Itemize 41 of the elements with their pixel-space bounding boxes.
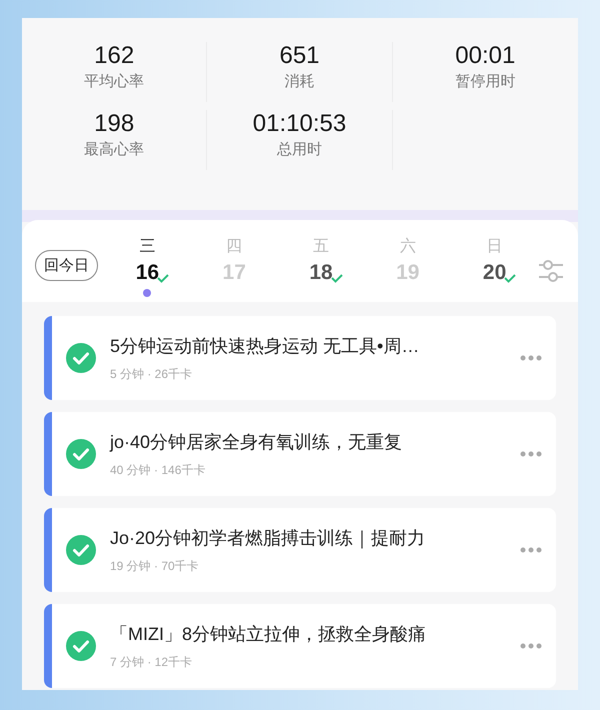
date-tab[interactable]: 18 [309,261,333,284]
stat-value: 01:10:53 [252,110,346,138]
workout-card[interactable]: 5分钟运动前快速热身运动 无工具•周… 5 分钟 · 26千卡 [44,316,556,400]
check-circle-icon [66,535,96,565]
weekday-label: 五 [312,237,329,257]
stat-label: 最高心率 [84,140,144,159]
date-tab[interactable]: 20 [482,261,506,284]
selected-dot [143,289,152,297]
more-icon[interactable] [520,451,542,457]
check-circle-icon [66,631,96,661]
workout-card[interactable]: Jo·20分钟初学者燃脂搏击训练｜提耐力 19 分钟 · 70千卡 [44,508,556,592]
check-circle-icon [66,343,96,373]
stat-value: 651 [279,42,320,70]
workout-meta: 7 分钟 · 12千卡 [110,654,194,670]
workout-meta: 40 分钟 · 146千卡 [110,462,206,478]
workout-card[interactable]: 「MIZI」8分钟站立拉伸，拯救全身酸痛 7 分钟 · 12千卡 [44,604,556,688]
stat-value: 162 [94,42,134,70]
workout-title: 5分钟运动前快速热身运动 无工具•周… [110,334,420,358]
workout-title: Jo·20分钟初学者燃脂搏击训练｜提耐力 [110,526,426,550]
today-button[interactable]: 回今日 [35,250,98,281]
weekday-label: 三 [139,237,156,257]
stat-label: 平均心率 [84,72,144,91]
stat-label: 总用时 [276,140,322,159]
workout-title: jo·40分钟居家全身有氧训练，无重复 [110,430,404,454]
workout-card[interactable]: jo·40分钟居家全身有氧训练，无重复 40 分钟 · 146千卡 [44,412,556,496]
date-tab[interactable]: 16 [136,261,160,284]
check-circle-icon [66,439,96,469]
stat-label: 暂停用时 [455,72,516,91]
workout-meta: 5 分钟 · 26千卡 [110,366,194,382]
filter-icon[interactable] [538,258,564,284]
workout-title: 「MIZI」8分钟站立拉伸，拯救全身酸痛 [110,622,428,646]
weekday-label: 四 [226,237,242,257]
stat-value: 00:01 [455,42,516,70]
weekday-label: 六 [400,236,416,257]
more-icon[interactable] [520,355,542,361]
more-icon[interactable] [520,547,542,553]
weekday-label: 日 [486,237,503,257]
workout-meta: 19 分钟 · 70千卡 [110,558,200,574]
stat-label: 消耗 [284,72,314,91]
more-icon[interactable] [520,643,542,649]
stat-value: 198 [94,110,134,138]
